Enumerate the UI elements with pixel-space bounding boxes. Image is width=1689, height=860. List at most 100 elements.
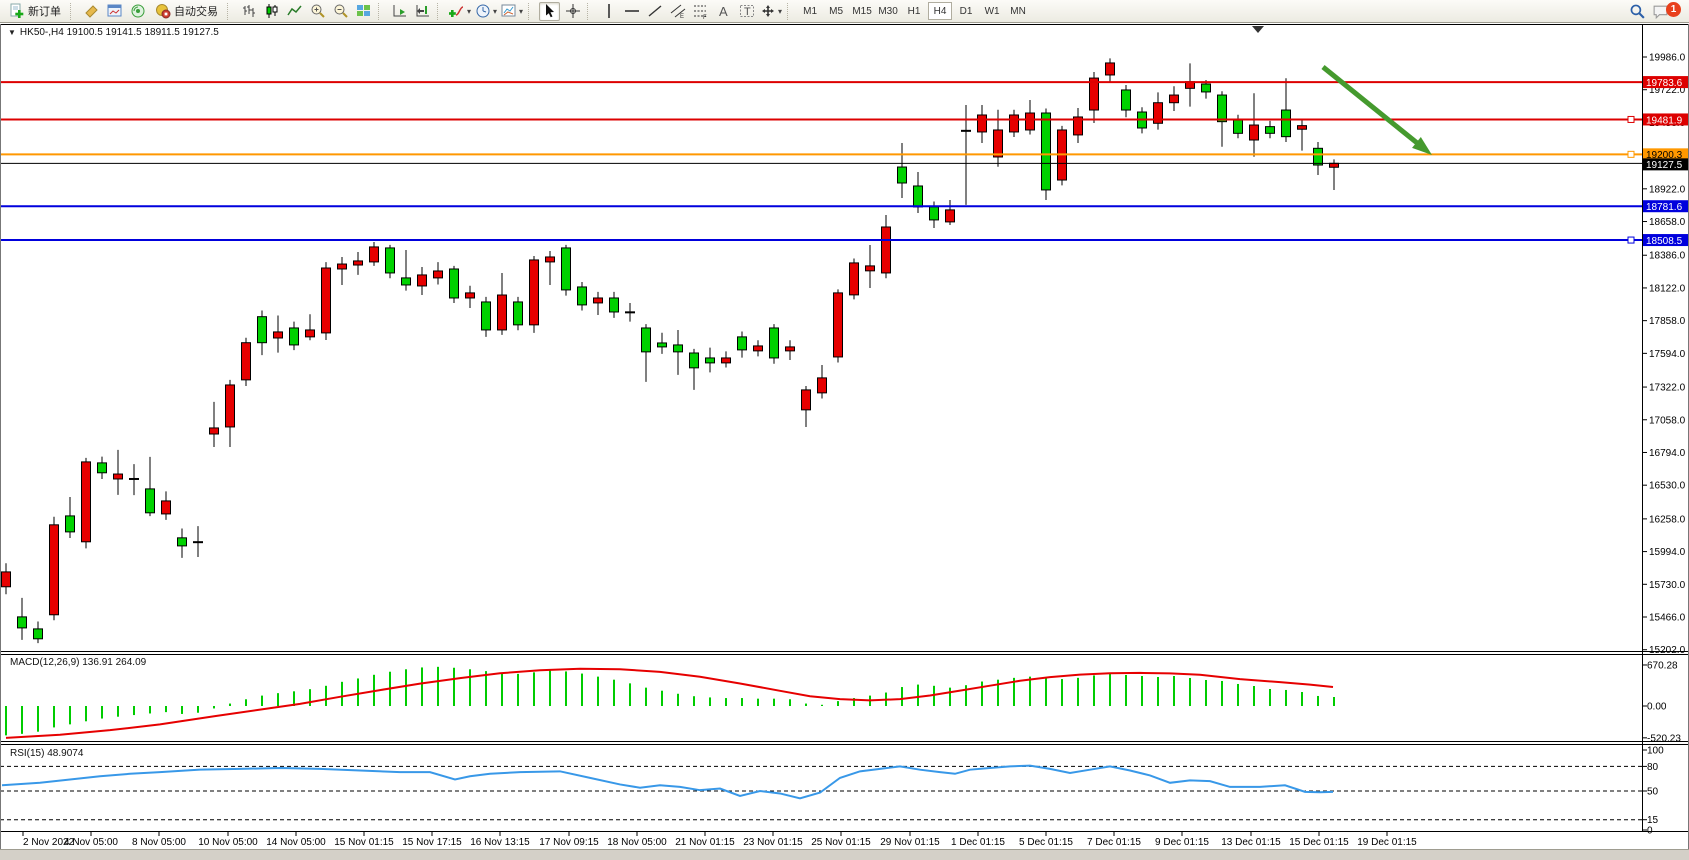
indicators-button[interactable]: ▾ [448, 2, 472, 21]
toolbar-separator [587, 3, 594, 20]
toolbar-separator [378, 3, 385, 20]
candle-body [98, 463, 107, 473]
signals-button[interactable] [127, 2, 148, 21]
time-axis-label: 17 Nov 09:15 [539, 837, 599, 848]
trendline-tool-button[interactable] [644, 2, 665, 21]
time-axis-label: 15 Nov 17:15 [402, 837, 462, 848]
candle-body [466, 293, 475, 298]
tab-timeframe-h1[interactable]: H1 [902, 2, 926, 20]
tab-timeframe-d1[interactable]: D1 [954, 2, 978, 20]
auto-scroll-button[interactable] [389, 2, 410, 21]
crosshair-tool-button[interactable] [562, 2, 583, 21]
zoom-in-button[interactable] [307, 2, 328, 21]
auto-trading-icon [155, 3, 171, 19]
line-handle[interactable] [1628, 116, 1634, 122]
toolbar-separator [787, 3, 794, 20]
indicators-dropdown-icon[interactable]: ▾ [467, 7, 471, 16]
candle-body [434, 271, 443, 278]
tab-timeframe-m30[interactable]: M30 [876, 2, 900, 20]
tab-timeframe-m15[interactable]: M15 [850, 2, 874, 20]
rsi-axis-label: 50 [1647, 787, 1659, 798]
candle-body [786, 347, 795, 351]
price-axis-label: 19986.0 [1649, 53, 1686, 64]
bar-chart-mode-button[interactable] [238, 2, 259, 21]
candle-body [338, 264, 347, 269]
svg-text:19481.9: 19481.9 [1646, 115, 1683, 126]
price-axis-label: 18122.0 [1649, 283, 1686, 294]
candle-body [1298, 126, 1307, 130]
chart-shift-button[interactable] [412, 2, 433, 21]
templates-button[interactable]: ▾ [500, 2, 524, 21]
arrows-dropdown-icon[interactable]: ▾ [778, 7, 782, 16]
candle-body [1202, 84, 1211, 92]
candle-body [674, 345, 683, 352]
time-axis-label: 4 Nov 05:00 [64, 837, 118, 848]
search-icon[interactable] [1627, 2, 1648, 21]
unread-count-badge[interactable]: 1 [1666, 2, 1681, 17]
candle-body [146, 489, 155, 513]
candle-body [34, 629, 43, 639]
tab-timeframe-mn[interactable]: MN [1006, 2, 1030, 20]
macd-axis-label: 0.00 [1647, 702, 1667, 713]
price-axis-label: 16530.0 [1649, 481, 1686, 492]
time-axis-label: 13 Dec 01:15 [1221, 837, 1281, 848]
arrows-tool-button[interactable]: ▾ [759, 2, 783, 21]
candle-body [546, 257, 555, 262]
horizontal-line-tool-button[interactable] [621, 2, 642, 21]
chart-menu-arrow-icon[interactable]: ▼ [8, 28, 16, 37]
candle-body [450, 269, 459, 298]
macd-indicator-label: MACD(12,26,9) 136.91 264.09 [10, 657, 146, 668]
fibonacci-tool-button[interactable]: F [690, 2, 711, 21]
tab-timeframe-w1[interactable]: W1 [980, 2, 1004, 20]
candle-body [1122, 90, 1131, 110]
text-tool-button[interactable]: A [713, 2, 734, 21]
candle-body [914, 186, 923, 207]
candle-body [930, 207, 939, 220]
tab-timeframe-m5[interactable]: M5 [824, 2, 848, 20]
mt4-window: 19986.019722.019458.018922.018658.018386… [0, 0, 1689, 860]
price-axis-label: 15994.0 [1649, 547, 1686, 558]
new-chart-window-button[interactable] [104, 2, 125, 21]
price-axis-label: 17858.0 [1649, 316, 1686, 327]
time-axis-label: 14 Nov 05:00 [266, 837, 326, 848]
line-chart-mode-button[interactable] [284, 2, 305, 21]
macd-axis-label: -520.23 [1647, 733, 1681, 744]
price-axis-label: 15466.0 [1649, 613, 1686, 624]
candle-body [162, 501, 171, 514]
line-handle[interactable] [1628, 151, 1634, 157]
candle-body [706, 358, 715, 363]
new-order-button[interactable]: 新订单 [4, 2, 66, 21]
toolbar-separator [227, 3, 234, 20]
time-axis-label: 19 Dec 01:15 [1357, 837, 1417, 848]
svg-text:18781.6: 18781.6 [1646, 202, 1683, 213]
candlestick-mode-button[interactable] [261, 2, 282, 21]
time-axis-label: 15 Dec 01:15 [1289, 837, 1349, 848]
candle-body [386, 248, 395, 273]
candle-body [818, 378, 827, 393]
candle-body [1330, 163, 1339, 167]
auto-trading-button[interactable]: 自动交易 [150, 2, 223, 21]
templates-dropdown-icon[interactable]: ▾ [519, 7, 523, 16]
cursor-tool-button[interactable] [539, 2, 560, 21]
main-toolbar: 新订单 自动交易 ▾ ▾ ▾ E F A T ▾ [0, 0, 1689, 23]
candle-body [594, 298, 603, 303]
chart-canvas[interactable]: 19986.019722.019458.018922.018658.018386… [0, 0, 1689, 860]
text-label-tool-button[interactable]: T [736, 2, 757, 21]
svg-text:A: A [719, 4, 728, 19]
tab-timeframe-m1[interactable]: M1 [798, 2, 822, 20]
zoom-out-button[interactable] [330, 2, 351, 21]
toolbar-separator [528, 3, 535, 20]
tile-windows-button[interactable] [353, 2, 374, 21]
candle-body [850, 263, 859, 295]
candle-body [1170, 95, 1179, 103]
rsi-indicator-label: RSI(15) 48.9074 [10, 748, 83, 759]
styler-button[interactable] [81, 2, 102, 21]
equidistant-channel-tool-button[interactable]: E [667, 2, 688, 21]
time-axis-label: 10 Nov 05:00 [198, 837, 258, 848]
tab-timeframe-h4[interactable]: H4 [928, 2, 952, 20]
periods-dropdown-icon[interactable]: ▾ [493, 7, 497, 16]
vertical-line-tool-button[interactable] [598, 2, 619, 21]
price-axis-label: 18922.0 [1649, 184, 1686, 195]
periods-button[interactable]: ▾ [474, 2, 498, 21]
line-handle[interactable] [1628, 237, 1634, 243]
